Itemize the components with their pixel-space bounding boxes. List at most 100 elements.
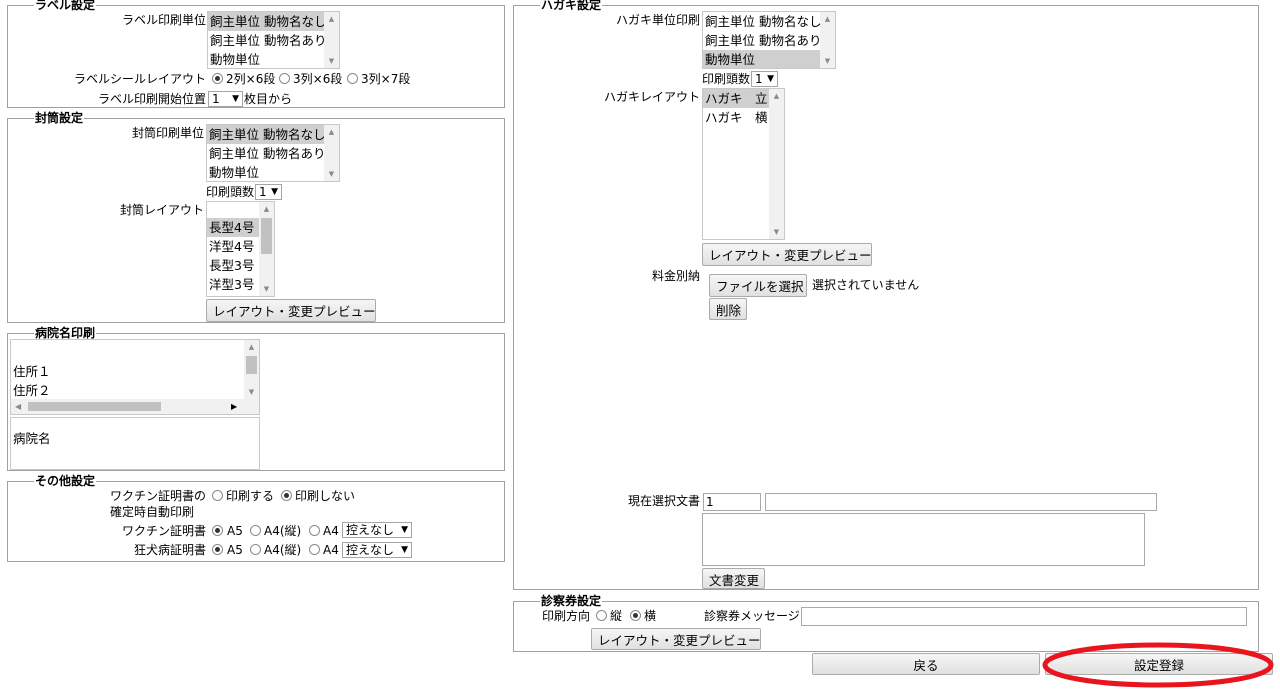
ticket-vertical-radio[interactable]: [596, 610, 607, 621]
postcard-unit-listbox[interactable]: 飼主単位 動物名なし 飼主単位 動物名あり 動物単位 ▲ ▼: [702, 11, 836, 69]
current-doc-no-input[interactable]: 1: [703, 493, 761, 511]
label-unit-label: ラベル印刷単位: [121, 13, 206, 27]
list-item[interactable]: 住所１: [11, 362, 259, 381]
scroll-up-icon[interactable]: ▲: [244, 340, 259, 354]
radio-label: A4: [323, 524, 339, 538]
scrollbar[interactable]: ▲ ▼: [769, 89, 784, 239]
scroll-up-icon[interactable]: ▲: [820, 12, 835, 26]
postcard-layout-listbox[interactable]: ハガキ 立 ハガキ 横 ▲ ▼: [702, 88, 785, 240]
vaccine-a4v-radio[interactable]: [250, 525, 261, 536]
vaccine-auto-label-1: ワクチン証明書の: [109, 489, 206, 503]
vaccine-a5-radio[interactable]: [212, 525, 223, 536]
scroll-thumb[interactable]: [28, 402, 161, 411]
list-item[interactable]: 飼主単位 動物名あり: [703, 31, 835, 50]
list-item[interactable]: 飼主単位 動物名なし: [703, 12, 835, 31]
file-select-button[interactable]: ファイルを選択: [709, 274, 807, 297]
select-value: 1: [212, 92, 220, 106]
ticket-message-input[interactable]: [801, 607, 1247, 626]
scroll-up-icon[interactable]: ▲: [324, 12, 339, 26]
list-item[interactable]: 飼主単位 動物名なし: [208, 12, 339, 31]
label-unit-listbox[interactable]: 飼主単位 動物名なし 飼主単位 動物名あり 動物単位 ▲ ▼: [207, 11, 340, 69]
scrollbar[interactable]: ▲ ▼: [820, 12, 835, 68]
print-yes-radio[interactable]: [212, 490, 223, 501]
scroll-down-icon[interactable]: ▼: [324, 167, 339, 181]
scroll-down-icon[interactable]: ▼: [324, 54, 339, 68]
print-no-radio[interactable]: [281, 490, 292, 501]
list-item[interactable]: 病院名: [11, 418, 259, 456]
postcard-settings-legend: ハガキ設定: [540, 0, 603, 12]
scroll-down-icon[interactable]: ▼: [820, 54, 835, 68]
scroll-left-icon[interactable]: ◀: [15, 399, 21, 414]
radio-label: 横: [644, 609, 657, 623]
scroll-up-icon[interactable]: ▲: [259, 202, 274, 216]
envelope-unit-listbox[interactable]: 飼主単位 動物名なし 飼主単位 動物名あり 動物単位 ▲ ▼: [206, 124, 340, 182]
chevron-down-icon: ▼: [401, 545, 408, 555]
doc-change-button[interactable]: 文書変更: [702, 568, 765, 589]
list-item[interactable]: [11, 340, 259, 362]
postcard-copies-select[interactable]: 1 ▼: [751, 71, 778, 87]
scroll-up-icon[interactable]: ▲: [769, 89, 784, 103]
current-doc-body-textarea[interactable]: [702, 513, 1145, 566]
delete-button[interactable]: 削除: [709, 298, 747, 320]
ticket-message-label: 診察券メッセージ: [704, 609, 800, 623]
ticket-preview-button[interactable]: レイアウト・変更プレビュー: [591, 628, 761, 650]
scrollbar[interactable]: ▲ ▼: [244, 340, 259, 399]
back-button[interactable]: 戻る: [812, 653, 1040, 675]
list-item[interactable]: 飼主単位 動物名あり: [207, 144, 339, 163]
radio-label: A4(縦): [264, 543, 302, 557]
ticket-direction-label: 印刷方向: [542, 609, 591, 623]
current-doc-label: 現在選択文書: [627, 494, 700, 508]
scroll-down-icon[interactable]: ▼: [259, 282, 274, 296]
rabies-margin-select[interactable]: 控えなし ▼: [342, 542, 412, 558]
list-item[interactable]: ハガキ 立: [703, 89, 769, 108]
hospital-print-legend: 病院名印刷: [34, 326, 97, 340]
hospital-address-listbox[interactable]: 住所１ 住所２ ▲ ▼ ◀ ▶: [10, 339, 260, 415]
vaccine-margin-select[interactable]: 控えなし ▼: [342, 522, 412, 538]
scroll-thumb[interactable]: [246, 356, 257, 374]
list-item[interactable]: 動物単位: [207, 163, 339, 181]
scrollbar[interactable]: ▲ ▼: [324, 125, 339, 181]
scrollbar[interactable]: ▲ ▼: [324, 12, 339, 68]
envelope-layout-listbox[interactable]: 長型4号 洋型4号 長型3号 洋型3号 ▲ ▼: [206, 201, 275, 297]
list-item[interactable]: 動物単位: [703, 50, 835, 68]
postcard-preview-button[interactable]: レイアウト・変更プレビュー: [702, 243, 872, 266]
list-item[interactable]: 飼主単位 動物名なし: [207, 125, 339, 144]
label-settings-legend: ラベル設定: [34, 0, 97, 12]
horizontal-scrollbar[interactable]: ◀ ▶: [11, 399, 259, 414]
scroll-down-icon[interactable]: ▼: [244, 385, 259, 399]
radio-label: 印刷しない: [295, 489, 356, 503]
label-layout-radio-3x6[interactable]: [279, 73, 290, 84]
envelope-copies-select[interactable]: 1 ▼: [255, 184, 282, 200]
ticket-horizontal-radio[interactable]: [630, 610, 641, 621]
scroll-up-icon[interactable]: ▲: [324, 125, 339, 139]
radio-label: 2列×6段: [226, 72, 276, 86]
scroll-thumb[interactable]: [261, 218, 272, 254]
label-layout-radio-2x6[interactable]: [212, 73, 223, 84]
rabies-a5-radio[interactable]: [212, 544, 223, 555]
scroll-down-icon[interactable]: ▼: [769, 225, 784, 239]
radio-label: A5: [227, 524, 243, 538]
rabies-a4v-radio[interactable]: [250, 544, 261, 555]
label-layout-radio-3x7[interactable]: [347, 73, 358, 84]
list-item[interactable]: 飼主単位 動物名あり: [208, 31, 339, 50]
label-start-select[interactable]: 1 ▼: [208, 91, 243, 107]
select-value: 1: [755, 72, 763, 86]
current-doc-title-input[interactable]: [765, 493, 1157, 511]
postcard-layout-label: ハガキレイアウト: [603, 90, 700, 104]
label-layout-label: ラベルシールレイアウト: [73, 72, 206, 86]
radio-label: 3列×7段: [361, 72, 411, 86]
envelope-copies-label: 印刷頭数: [206, 185, 255, 199]
envelope-preview-button[interactable]: レイアウト・変更プレビュー: [206, 299, 376, 322]
vaccine-a4-radio[interactable]: [309, 525, 320, 536]
scroll-right-icon[interactable]: ▶: [231, 399, 237, 414]
radio-label: A4: [323, 543, 339, 557]
list-item[interactable]: 住所２: [11, 381, 259, 400]
list-item[interactable]: 動物単位: [208, 50, 339, 68]
hospital-name-box[interactable]: 病院名: [10, 417, 260, 470]
file-status-text: 選択されていません: [812, 278, 920, 292]
scrollbar[interactable]: ▲ ▼: [259, 202, 274, 296]
rabies-a4-radio[interactable]: [309, 544, 320, 555]
envelope-unit-label: 封筒印刷単位: [131, 126, 204, 140]
vaccine-auto-label-2: 確定時自動印刷: [110, 505, 195, 519]
other-settings-legend: その他設定: [34, 474, 97, 488]
